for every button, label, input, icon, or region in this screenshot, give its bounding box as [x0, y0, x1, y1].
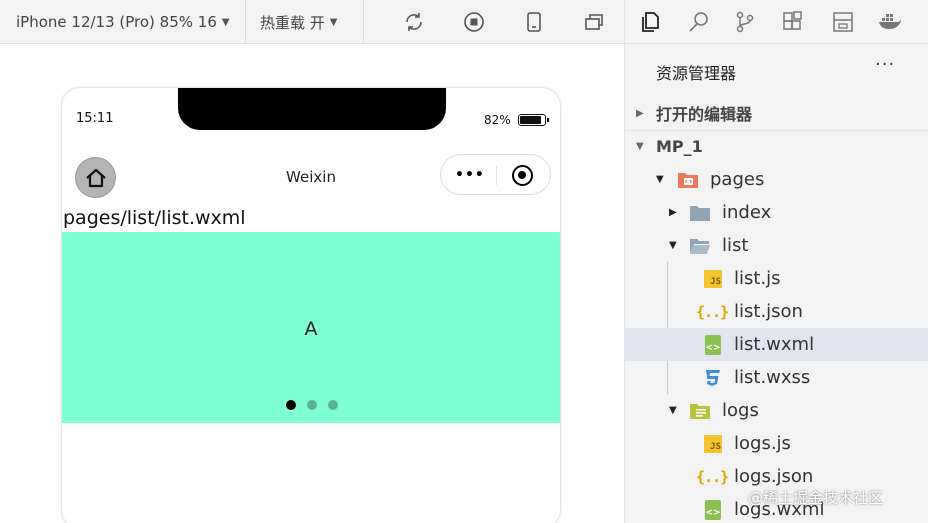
refresh-icon[interactable]	[402, 10, 426, 34]
tree-folder-logs[interactable]: ▼ logs	[625, 394, 928, 427]
simulator-area: 15:11 82% Weixin ••• pages/list/list.wxm…	[0, 44, 624, 523]
tree-label: list.js	[734, 268, 781, 289]
open-editors-label: 打开的编辑器	[656, 105, 753, 124]
project-section[interactable]: ▼ MP_1	[625, 130, 928, 162]
pages-folder-icon	[677, 170, 699, 190]
tree-file-list-json[interactable]: {..} list.json	[625, 295, 928, 328]
tree-file-list-js[interactable]: JS list.js	[625, 262, 928, 295]
tree-label: pages	[710, 169, 765, 190]
chevron-right-icon: ▶	[669, 207, 677, 218]
battery-percent: 82%	[484, 113, 511, 127]
page-path-text: pages/list/list.wxml	[63, 207, 246, 229]
toolbar-divider	[363, 0, 364, 44]
tree-folder-list[interactable]: ▼ list	[625, 229, 928, 262]
phone-notch	[178, 88, 446, 130]
more-actions-icon[interactable]: ···	[875, 54, 895, 75]
tree-file-logs-js[interactable]: JS logs.js	[625, 427, 928, 460]
source-control-icon[interactable]	[732, 9, 758, 35]
json-file-icon: {..}	[696, 467, 729, 487]
tree-label: list	[722, 235, 749, 256]
open-editors-section[interactable]: ▶ 打开的编辑器	[625, 97, 928, 129]
chevron-down-icon: ▼	[656, 174, 664, 185]
phone-screen: 15:11 82% Weixin ••• pages/list/list.wxm…	[62, 88, 560, 523]
tree-label: logs.js	[734, 433, 791, 454]
json-file-icon: {..}	[696, 302, 729, 322]
tree-folder-pages[interactable]: ▼ pages	[625, 163, 928, 196]
chevron-down-icon: ▼	[669, 405, 677, 416]
device-select-label: iPhone 12/13 (Pro) 85% 16	[16, 13, 217, 31]
capsule-menu: •••	[440, 154, 551, 195]
chevron-down-icon: ▼	[221, 16, 230, 28]
activity-bar	[624, 0, 928, 44]
chevron-down-icon: ▼	[669, 240, 677, 251]
chevron-down-icon: ▼	[329, 16, 338, 28]
js-file-icon: JS	[702, 269, 724, 289]
css-file-icon	[702, 368, 724, 388]
swiper-dot[interactable]	[286, 400, 296, 410]
device-select[interactable]: iPhone 12/13 (Pro) 85% 16 ▼	[16, 0, 230, 44]
layout-icon[interactable]	[830, 9, 856, 35]
chevron-right-icon: ▶	[636, 107, 644, 119]
swiper[interactable]: A	[62, 232, 560, 423]
explorer-panel: 资源管理器 ··· ▶ 打开的编辑器 ▼ MP_1 ▼ pages ▶ inde…	[624, 44, 928, 523]
hot-reload-label: 热重载 开	[260, 13, 325, 32]
folder-icon	[689, 203, 711, 223]
battery-fill	[520, 116, 542, 124]
json-icon-label: {..}	[695, 467, 729, 486]
tree-label: list.wxml	[734, 334, 815, 355]
tree-folder-index[interactable]: ▶ index	[625, 196, 928, 229]
js-icon-label: JS	[704, 434, 722, 453]
tree-file-list-wxml[interactable]: <> list.wxml	[625, 328, 928, 361]
window-icon[interactable]	[582, 10, 606, 34]
chevron-down-icon: ▼	[636, 141, 644, 152]
js-file-icon: JS	[702, 434, 724, 454]
watermark-text: @稀土掘金技术社区	[748, 489, 884, 507]
wxml-file-icon: <>	[702, 334, 724, 355]
extensions-icon[interactable]	[780, 9, 806, 35]
tree-label: list.wxss	[734, 367, 811, 388]
battery-icon	[518, 114, 546, 126]
capsule-divider	[496, 166, 497, 185]
logs-folder-icon	[689, 401, 711, 421]
js-icon-label: JS	[704, 269, 722, 288]
hot-reload-select[interactable]: 热重载 开 ▼	[260, 0, 337, 44]
battery-tip	[547, 118, 549, 122]
wxml-file-icon: <>	[702, 499, 724, 520]
simulator-toolbar: iPhone 12/13 (Pro) 85% 16 ▼ 热重载 开 ▼	[0, 0, 624, 44]
swiper-dot[interactable]	[307, 400, 317, 410]
tree-file-list-wxss[interactable]: list.wxss	[625, 361, 928, 394]
project-label: MP_1	[656, 137, 703, 156]
explorer-icon[interactable]	[637, 9, 663, 35]
tree-label: list.json	[734, 301, 803, 322]
docker-icon[interactable]	[877, 9, 903, 35]
search-icon[interactable]	[686, 9, 712, 35]
tree-label: logs.json	[734, 466, 814, 487]
wxml-icon-label: <>	[705, 334, 721, 355]
more-icon[interactable]: •••	[455, 167, 485, 183]
status-time: 15:11	[76, 111, 114, 126]
phone-icon[interactable]	[522, 10, 546, 34]
toolbar-divider	[245, 0, 246, 44]
ide-window: iPhone 12/13 (Pro) 85% 16 ▼ 热重载 开 ▼ 15:1…	[0, 0, 928, 523]
swiper-dot[interactable]	[328, 400, 338, 410]
tree-label: logs	[722, 400, 759, 421]
json-icon-label: {..}	[695, 302, 729, 321]
explorer-title: 资源管理器	[656, 64, 737, 83]
stop-icon[interactable]	[462, 10, 486, 34]
folder-open-icon	[689, 236, 711, 256]
swiper-item-text: A	[304, 318, 318, 340]
wxml-icon-label: <>	[705, 499, 721, 520]
close-target-icon[interactable]	[512, 165, 533, 186]
tree-label: index	[722, 202, 772, 223]
swiper-indicator	[286, 400, 338, 410]
